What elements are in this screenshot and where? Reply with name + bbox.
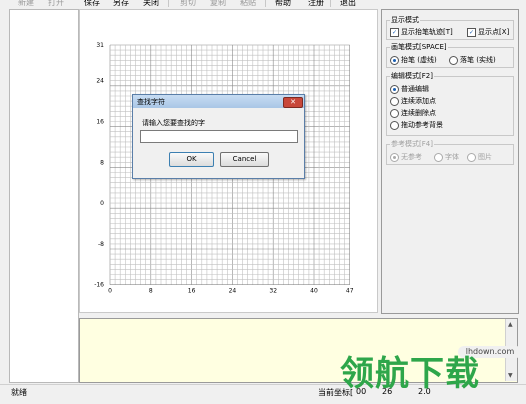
scroll-up-icon[interactable]: ▲: [508, 321, 513, 328]
x-tick-label: 32: [269, 288, 277, 295]
dialog-title: 查找字符: [137, 98, 165, 106]
y-tick-label: 8: [100, 159, 104, 166]
toolbar-button[interactable]: 注册: [308, 0, 324, 8]
radio-selected-icon: [390, 55, 399, 65]
display-mode-group: 显示模式 ✓ 显示抬笔轨迹[T] ✓ 显示点[X]: [386, 15, 514, 40]
normal-edit-radio[interactable]: 普通编辑: [390, 84, 429, 94]
continuous-delete-label: 连续删除点: [401, 109, 436, 117]
toolbar-button[interactable]: 帮助: [275, 0, 291, 8]
continuous-add-label: 连续添加点: [401, 97, 436, 105]
toolbar-button[interactable]: 打开: [48, 0, 64, 8]
status-text: 就绪: [11, 388, 27, 397]
x-tick-label: 0: [108, 288, 112, 295]
image-reference-label: 图片: [478, 153, 492, 161]
find-character-input[interactable]: [140, 130, 298, 143]
normal-edit-label: 普通编辑: [401, 85, 429, 93]
pen-down-label: 落笔 (实线): [460, 56, 496, 64]
toolbar-button[interactable]: 新建: [18, 0, 34, 8]
pen-mode-title: 画笔模式[SPACE]: [390, 42, 448, 52]
checkbox-check-icon: ✓: [390, 27, 399, 37]
radio-icon: [390, 108, 399, 118]
continuous-delete-radio[interactable]: 连续删除点: [390, 108, 436, 118]
show-points-checkbox[interactable]: ✓ 显示点[X]: [467, 27, 509, 37]
show-pen-track-checkbox[interactable]: ✓ 显示抬笔轨迹[T]: [390, 27, 453, 37]
checkbox-check-icon: ✓: [467, 27, 476, 37]
x-tick-label: 8: [149, 288, 153, 295]
pen-mode-group: 画笔模式[SPACE] 抬笔 (虚线) 落笔 (实线): [386, 42, 514, 68]
radio-icon: [434, 152, 443, 162]
x-tick-label: 16: [188, 288, 196, 295]
scroll-down-icon[interactable]: ▼: [508, 372, 513, 379]
find-character-dialog: 查找字符 ✕ 请输入您要查找的字 OK Cancel: [132, 94, 305, 179]
show-pen-track-label: 显示抬笔轨迹[T]: [401, 28, 453, 36]
radio-icon: [390, 96, 399, 106]
toolbar-separator: [168, 0, 169, 7]
edit-mode-title: 编辑模式[F2]: [390, 71, 434, 81]
dialog-prompt: 请输入您要查找的字: [142, 119, 205, 127]
reference-mode-group: 参考模式[F4] 无参考 字体 图片: [386, 139, 514, 165]
image-reference-radio[interactable]: 图片: [467, 152, 492, 162]
dialog-titlebar[interactable]: 查找字符 ✕: [133, 95, 304, 108]
drag-reference-radio[interactable]: 拖动参考背景: [390, 120, 443, 130]
toolbar-button[interactable]: 保存: [84, 0, 100, 8]
display-mode-title: 显示模式: [390, 15, 420, 25]
pen-down-radio[interactable]: 落笔 (实线): [449, 55, 496, 65]
y-tick-label: 0: [100, 200, 104, 207]
toolbar-separator: [330, 0, 331, 7]
pen-up-label: 抬笔 (虚线): [401, 56, 437, 64]
radio-icon: [449, 55, 458, 65]
radio-selected-icon: [390, 84, 399, 94]
options-panel: 显示模式 ✓ 显示抬笔轨迹[T] ✓ 显示点[X] 画笔模式[SPACE] 抬笔…: [381, 9, 519, 314]
toolbar-button[interactable]: 剪切: [180, 0, 196, 8]
x-tick-label: 24: [229, 288, 237, 295]
character-list-panel[interactable]: [9, 9, 79, 383]
ok-button[interactable]: OK: [169, 152, 214, 167]
radio-selected-icon: [390, 152, 399, 162]
toolbar-button[interactable]: 粘贴: [240, 0, 256, 8]
no-reference-label: 无参考: [401, 153, 422, 161]
y-tick-label: 31: [96, 42, 104, 49]
x-tick-label: 40: [310, 288, 318, 295]
y-tick-label: -8: [98, 241, 104, 248]
y-tick-label: 24: [96, 78, 104, 85]
y-tick-label: 16: [96, 119, 104, 126]
cancel-button[interactable]: Cancel: [220, 152, 269, 167]
font-reference-label: 字体: [445, 153, 459, 161]
toolbar-button[interactable]: 退出: [340, 0, 356, 8]
toolbar-button[interactable]: 另存: [113, 0, 129, 8]
radio-icon: [390, 120, 399, 130]
y-tick-label: -16: [94, 282, 104, 289]
radio-icon: [467, 152, 476, 162]
edit-mode-group: 编辑模式[F2] 普通编辑 连续添加点 连续删除点 拖动参考背景: [386, 71, 514, 136]
drag-reference-label: 拖动参考背景: [401, 121, 443, 129]
toolbar-separator: [265, 0, 266, 7]
reference-mode-title: 参考模式[F4]: [390, 139, 434, 149]
toolbar: 新建 打开 保存 另存 关闭 剪切 复制 粘贴 帮助 注册 退出: [0, 0, 526, 8]
show-points-label: 显示点[X]: [478, 28, 510, 36]
toolbar-button[interactable]: 复制: [210, 0, 226, 8]
font-reference-radio[interactable]: 字体: [434, 152, 459, 162]
toolbar-button[interactable]: 关闭: [143, 0, 159, 8]
continuous-add-radio[interactable]: 连续添加点: [390, 96, 436, 106]
x-tick-label: 47: [346, 288, 354, 295]
close-icon[interactable]: ✕: [283, 97, 303, 108]
pen-up-radio[interactable]: 抬笔 (虚线): [390, 55, 437, 65]
no-reference-radio[interactable]: 无参考: [390, 152, 422, 162]
watermark-logo-text: 领航下载: [340, 354, 480, 394]
